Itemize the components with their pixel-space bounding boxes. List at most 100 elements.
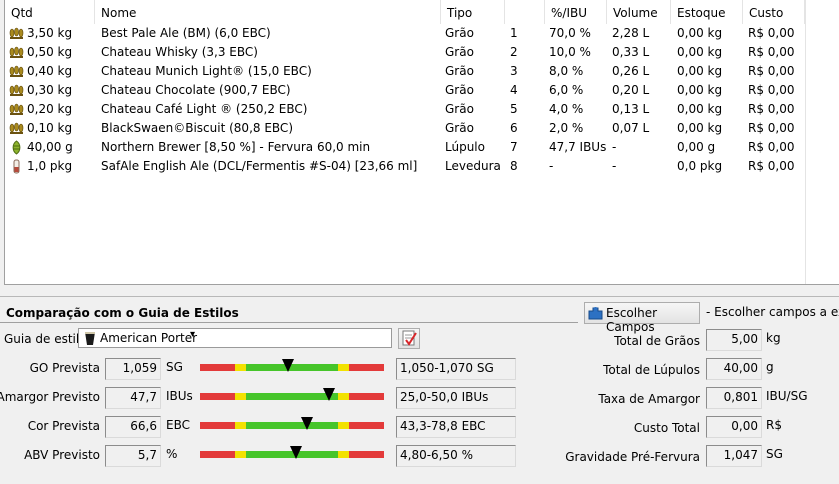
cell-qty: 0,10 kg (9, 119, 95, 138)
cell-pct: 4,0 % (549, 102, 584, 116)
cell-stock: 0,0 pkg (677, 159, 723, 173)
field-label-total-grains: Total de Grãos (614, 334, 700, 348)
col-header-qty[interactable]: Qtd (5, 0, 95, 24)
chevron-down-icon: ▾ (190, 329, 196, 340)
cell-type: Levedura (445, 159, 501, 173)
cell-pct: 47,7 IBUs (549, 140, 607, 154)
col-header-name[interactable]: Nome (95, 0, 441, 24)
field-label-bitterness-ratio: Taxa de Amargor (598, 392, 700, 406)
cell-pct: 70,0 % (549, 26, 591, 40)
field-unit-total-cost: R$ (766, 418, 782, 432)
table-row[interactable]: 0,30 kg Chateau Chocolate (900,7 EBC) Grão… (5, 81, 839, 100)
field-value-bitterness-ratio: 0,801 (706, 387, 762, 409)
metric-range-color: 43,3-78,8 EBC (396, 416, 516, 438)
cell-name: Chateau Chocolate (900,7 EBC) (101, 83, 291, 97)
metric-unit-color: EBC (166, 418, 190, 432)
table-row[interactable]: 1,0 pkg SafAle English Ale (DCL/Fermentis… (5, 157, 839, 176)
cell-name: Northern Brewer [8,50 %] - Fervura 60,0 … (101, 140, 371, 154)
ingredient-table[interactable]: Qtd Nome Tipo %/IBU Volume Estoque Custo… (4, 0, 839, 285)
metric-range-abv: 4,80-6,50 % (396, 445, 516, 467)
table-row[interactable]: 0,10 kg BlackSwaen©Biscuit (80,8 EBC) Grão… (5, 119, 839, 138)
style-guide-selected: American Porter (100, 331, 198, 345)
qty-text: 0,40 kg (27, 64, 73, 78)
metric-label-og: GO Prevista (29, 361, 100, 375)
cell-volume: - (612, 159, 617, 173)
range-marker-abv (290, 446, 302, 459)
col-header-stock[interactable]: Estoque (671, 0, 743, 24)
beer-glass-icon (85, 332, 95, 345)
col-header-type[interactable]: Tipo (441, 0, 505, 24)
cell-volume: 0,26 L (612, 64, 650, 78)
cell-cost: R$ 0,00 (748, 45, 795, 59)
qty-text: 0,10 kg (27, 121, 73, 135)
qty-text: 3,50 kg (27, 26, 73, 40)
cell-num: 3 (510, 64, 518, 78)
cell-num: 1 (510, 26, 518, 40)
grain-icon (9, 121, 27, 135)
cell-pct: - (549, 159, 554, 173)
table-row[interactable]: 3,50 kg Best Pale Ale (BM) (6,0 EBC) Grão 1… (5, 24, 839, 43)
cell-qty: 40,00 g (9, 138, 95, 157)
metric-range-og: 1,050-1,070 SG (396, 358, 516, 380)
table-row[interactable]: 40,00 g Northern Brewer [8,50 %] - Fervur… (5, 138, 839, 157)
cell-stock: 0,00 kg (677, 26, 723, 40)
col-header-cost[interactable]: Custo (743, 0, 805, 24)
table-row[interactable]: 0,20 kg Chateau Café Light ® (250,2 EBC) G… (5, 100, 839, 119)
cell-name: SafAle English Ale (DCL/Fermentis #S-04)… (101, 159, 418, 173)
cell-volume: - (612, 140, 617, 154)
qty-text: 0,30 kg (27, 83, 73, 97)
qty-text: 0,20 kg (27, 102, 73, 116)
cell-qty: 0,20 kg (9, 100, 95, 119)
cell-name: BlackSwaen©Biscuit (80,8 EBC) (101, 121, 293, 135)
choose-fields-button[interactable]: Escolher Campos (584, 302, 700, 334)
cell-cost: R$ 0,00 (748, 102, 795, 116)
splitter[interactable] (0, 296, 839, 297)
cell-qty: 0,50 kg (9, 43, 95, 62)
style-guide-title: Comparação com o Guia de Estilos (6, 306, 239, 320)
range-marker-og (282, 359, 294, 372)
col-header-order[interactable] (505, 0, 545, 24)
cell-cost: R$ 0,00 (748, 83, 795, 97)
metric-unit-abv: % (166, 447, 178, 461)
grain-icon (9, 45, 27, 59)
cell-name: Best Pale Ale (BM) (6,0 EBC) (101, 26, 271, 40)
cell-stock: 0,00 kg (677, 45, 723, 59)
choose-fields-label: Escolher Campos (606, 306, 658, 334)
cell-pct: 6,0 % (549, 83, 584, 97)
field-unit-total-hops: g (766, 360, 774, 374)
cell-volume: 0,13 L (612, 102, 650, 116)
col-header-volume[interactable]: Volume (607, 0, 671, 24)
cell-volume: 0,20 L (612, 83, 650, 97)
metric-range-ibu: 25,0-50,0 IBUs (396, 387, 516, 409)
field-unit-pre-boil-gravity: SG (766, 447, 783, 461)
cell-cost: R$ 0,00 (748, 64, 795, 78)
yeast-vial-icon (9, 159, 27, 174)
field-label-total-hops: Total de Lúpulos (603, 363, 700, 377)
metric-unit-ibu: IBUs (166, 389, 193, 403)
table-row[interactable]: 0,40 kg Chateau Munich Light® (15,0 EBC) G… (5, 62, 839, 81)
metric-label-color: Cor Prevista (27, 419, 100, 433)
field-value-pre-boil-gravity: 1,047 (706, 445, 762, 467)
style-guide-select[interactable]: American Porter ▾ (78, 328, 392, 348)
metric-label-abv: ABV Previsto (24, 448, 100, 462)
cell-qty: 3,50 kg (9, 24, 95, 43)
col-header-pct-ibu[interactable]: %/IBU (545, 0, 607, 24)
cell-type: Grão (445, 45, 474, 59)
metric-value-ibu: 47,7 (105, 387, 161, 409)
cell-name: Chateau Café Light ® (250,2 EBC) (101, 102, 308, 116)
metric-value-abv: 5,7 (105, 445, 161, 467)
table-header: Qtd Nome Tipo %/IBU Volume Estoque Custo (5, 0, 839, 24)
cell-stock: 0,00 kg (677, 83, 723, 97)
grain-icon (9, 102, 27, 116)
range-marker-ibu (323, 388, 335, 401)
grain-icon (9, 83, 27, 97)
table-row[interactable]: 0,50 kg Chateau Whisky (3,3 EBC) Grão 2 10,0… (5, 43, 839, 62)
cell-num: 7 (510, 140, 518, 154)
cell-pct: 10,0 % (549, 45, 591, 59)
cell-qty: 0,30 kg (9, 81, 95, 100)
cell-qty: 0,40 kg (9, 62, 95, 81)
cell-name: Chateau Munich Light® (15,0 EBC) (101, 64, 312, 78)
qty-text: 1,0 pkg (27, 159, 73, 173)
style-info-button[interactable] (398, 328, 420, 349)
field-label-pre-boil-gravity: Gravidade Pré-Fervura (565, 450, 700, 464)
